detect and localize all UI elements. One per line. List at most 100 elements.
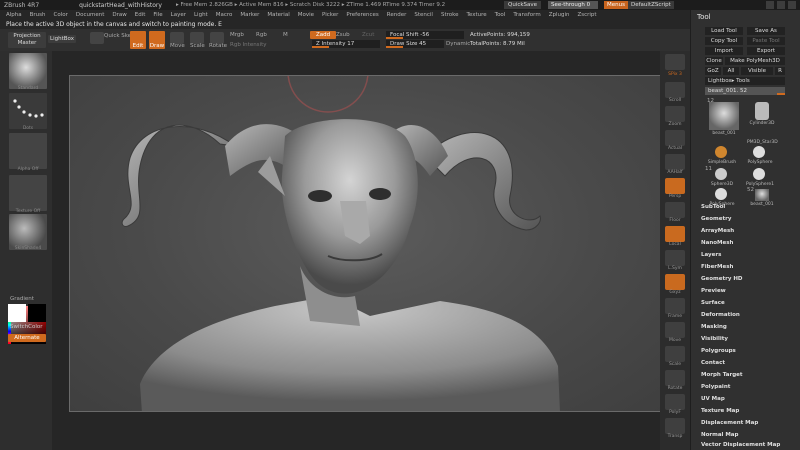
menu-stroke[interactable]: Stroke [441,12,459,18]
help-icon[interactable] [766,1,774,9]
subpalette-geometry[interactable]: Geometry [701,216,731,222]
secondary-color-swatch[interactable] [28,304,46,322]
subpalette-contact[interactable]: Contact [701,360,725,366]
subpalette-preview[interactable]: Preview [701,288,726,294]
subpalette-polygroups[interactable]: Polygroups [701,348,736,354]
polyf-icon[interactable] [665,394,685,410]
subpalette-polypaint[interactable]: Polypaint [701,384,730,390]
menus-toggle[interactable]: Menus [604,1,628,9]
lightbox-button[interactable]: LightBox [48,35,76,43]
menu-layer[interactable]: Layer [171,12,186,18]
menu-draw[interactable]: Draw [112,12,126,18]
zsub-toggle[interactable]: Zsub [336,32,350,38]
edit-mode-button[interactable]: Edit [130,31,146,49]
rotate-view-icon[interactable] [665,370,685,386]
menu-transform[interactable]: Transform [513,12,540,18]
subpalette-masking[interactable]: Masking [701,324,727,330]
aahalf-icon[interactable] [665,154,685,170]
polysphere-2-icon[interactable] [753,168,765,180]
clone-button[interactable]: Clone [705,57,723,65]
scale-view-icon[interactable] [665,346,685,362]
subpalette-arraymesh[interactable]: ArrayMesh [701,228,734,234]
tool-thumb-beast-small[interactable] [755,189,769,201]
menu-color[interactable]: Color [54,12,68,18]
rgb-intensity-slider[interactable]: Rgb Intensity [230,42,267,48]
focal-shift-slider[interactable]: Focal Shift -56 [386,31,464,39]
menu-texture[interactable]: Texture [467,12,487,18]
zoom-icon[interactable] [665,106,685,122]
frame-icon[interactable] [665,298,685,314]
menu-alpha[interactable]: Alpha [6,12,22,18]
menu-light[interactable]: Light [194,12,208,18]
menu-preferences[interactable]: Preferences [346,12,378,18]
stroke-dots-icon[interactable] [9,93,47,129]
dynamic-toggle[interactable]: Dynamic [446,41,470,47]
subpalette-displacement-map[interactable]: Displacement Map [701,420,758,426]
actual-size-icon[interactable] [665,130,685,146]
polysphere-3-icon[interactable] [715,188,727,200]
menu-material[interactable]: Material [267,12,289,18]
menu-edit[interactable]: Edit [135,12,146,18]
current-tool-slider[interactable]: beast_001. 52 [705,87,785,95]
import-button[interactable]: Import [705,47,743,55]
subpalette-nanomesh[interactable]: NanoMesh [701,240,733,246]
quicksave-button[interactable]: QuickSave [504,1,542,9]
transp-icon[interactable] [665,418,685,434]
cylinder3d-icon[interactable] [755,102,769,120]
switch-color-button[interactable]: SwitchColor [10,324,43,330]
projection-master-button[interactable]: Projection Master [8,32,46,48]
make-polymesh-button[interactable]: Make PolyMesh3D [725,57,785,65]
main-color-swatch[interactable] [8,304,26,322]
default-zscript-button[interactable]: DefaultZScript [628,1,674,9]
spix-label[interactable]: SPix 3 [660,72,690,77]
subpalette-visibility[interactable]: Visibility [701,336,728,342]
draw-mode-button[interactable]: Draw [149,31,165,49]
paste-tool-button[interactable]: Paste Tool [747,37,785,45]
draw-size-slider[interactable]: Draw Size 45 [386,40,444,48]
tool-thumb-beast[interactable] [709,102,739,130]
brush-standard-icon[interactable] [9,53,47,89]
material-icon[interactable] [9,214,47,250]
goz-all-button[interactable]: All [723,67,739,75]
subpalette-texture-map[interactable]: Texture Map [701,408,739,414]
mrgb-toggle[interactable]: Mrgb [230,32,244,38]
texture-icon[interactable] [9,175,47,211]
alternate-toggle[interactable]: Alternate [8,334,46,342]
menu-macro[interactable]: Macro [216,12,233,18]
minimize-icon[interactable] [777,1,785,9]
zcut-toggle[interactable]: Zcut [362,32,374,38]
menu-file[interactable]: File [153,12,162,18]
close-icon[interactable] [788,1,796,9]
subpalette-deformation[interactable]: Deformation [701,312,740,318]
menu-brush[interactable]: Brush [30,12,46,18]
load-tool-button[interactable]: Load Tool [705,27,743,35]
m-toggle[interactable]: M [283,32,288,38]
see-through-slider[interactable]: See-through 0 [548,1,598,9]
subpalette-layers[interactable]: Layers [701,252,721,258]
export-button[interactable]: Export [747,47,785,55]
subpalette-surface[interactable]: Surface [701,300,725,306]
polysphere-icon[interactable] [753,146,765,158]
goz-r-button[interactable]: R [775,67,785,75]
menu-document[interactable]: Document [76,12,105,18]
lightbox-tools-button[interactable]: Lightbox▸ Tools [705,77,785,85]
zadd-toggle[interactable]: Zadd [310,31,336,39]
goz-visible-button[interactable]: Visible [741,67,773,75]
simplebrush-icon[interactable] [715,146,727,158]
rgb-toggle[interactable]: Rgb [256,32,267,38]
subpalette-morph-target[interactable]: Morph Target [701,372,743,378]
subpalette-vector-displacement-map[interactable]: Vector Displacement Map [701,442,780,448]
menu-tool[interactable]: Tool [495,12,506,18]
floor-icon[interactable] [665,202,685,218]
persp-toggle[interactable] [665,178,685,194]
gradient-label[interactable]: Gradient [10,296,34,302]
sphere3d-icon[interactable] [715,168,727,180]
copy-tool-button[interactable]: Copy Tool [705,37,743,45]
document-canvas[interactable] [69,75,664,412]
local-toggle[interactable] [665,226,685,242]
alpha-icon[interactable] [9,133,47,169]
subpalette-uv-map[interactable]: UV Map [701,396,725,402]
menu-zscript[interactable]: Zscript [577,12,596,18]
lsym-icon[interactable] [665,250,685,266]
subpalette-normal-map[interactable]: Normal Map [701,432,738,438]
